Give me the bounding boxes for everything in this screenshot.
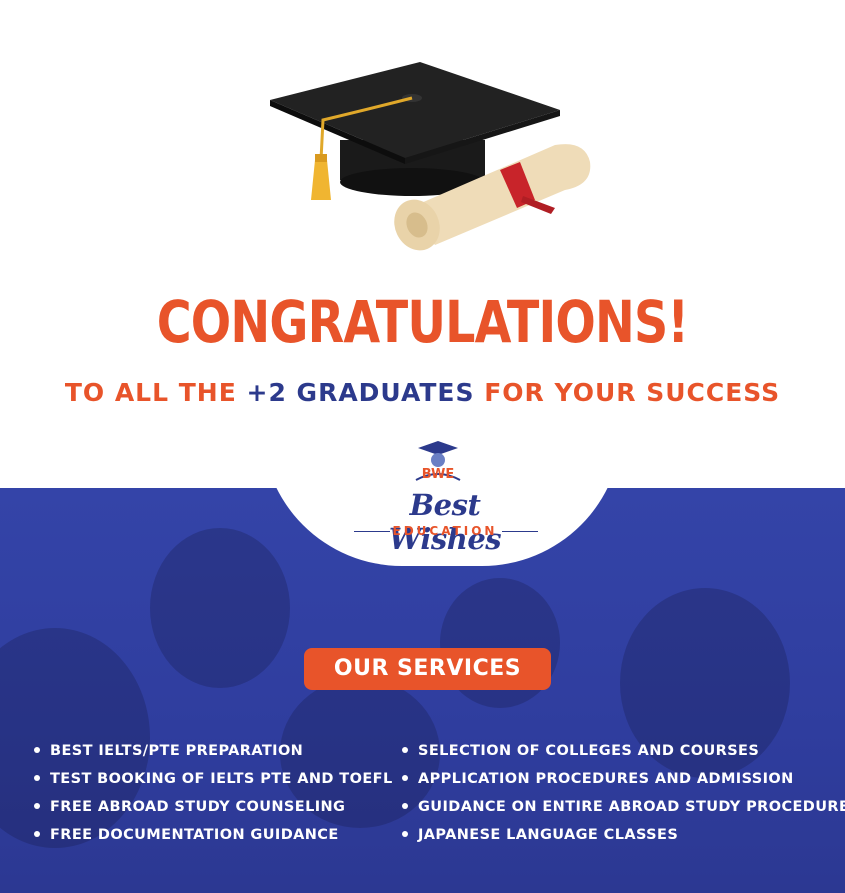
logo-mark-text: BWE bbox=[422, 467, 454, 482]
subline-part3: FOR YOUR SUCCESS bbox=[474, 378, 781, 407]
bullet-icon bbox=[402, 775, 408, 781]
bullet-icon bbox=[34, 803, 40, 809]
services-title: OUR SERVICES bbox=[304, 648, 551, 690]
subline: TO ALL THE +2 GRADUATES FOR YOUR SUCCESS bbox=[0, 378, 845, 407]
subline-part2: +2 GRADUATES bbox=[246, 378, 475, 407]
bullet-icon bbox=[402, 803, 408, 809]
list-item: SELECTION OF COLLEGES AND COURSES bbox=[402, 740, 845, 768]
list-item: FREE ABROAD STUDY COUNSELING bbox=[34, 796, 393, 824]
subline-part1: TO ALL THE bbox=[64, 378, 247, 407]
list-item: TEST BOOKING OF IELTS PTE AND TOEFL bbox=[34, 768, 393, 796]
background-figure bbox=[150, 528, 290, 688]
list-item: JAPANESE LANGUAGE CLASSES bbox=[402, 824, 845, 852]
logo-name: Best Wishes bbox=[388, 488, 502, 556]
bullet-icon bbox=[34, 831, 40, 837]
services-list-left: BEST IELTS/PTE PREPARATION TEST BOOKING … bbox=[34, 740, 393, 852]
bullet-icon bbox=[402, 831, 408, 837]
list-item: GUIDANCE ON ENTIRE ABROAD STUDY PROCEDUR… bbox=[402, 796, 845, 824]
logo-cap-icon: BWE bbox=[415, 441, 461, 482]
bullet-icon bbox=[402, 747, 408, 753]
graduation-cap-icon bbox=[270, 62, 591, 251]
services-list-right: SELECTION OF COLLEGES AND COURSES APPLIC… bbox=[402, 740, 845, 852]
logo-tagline: EDUCATION bbox=[392, 524, 498, 538]
headline: CONGRATULATIONS! bbox=[156, 288, 689, 356]
congratulations-poster: CONGRATULATIONS! TO ALL THE +2 GRADUATES… bbox=[0, 0, 845, 893]
bullet-icon bbox=[34, 747, 40, 753]
list-item: APPLICATION PROCEDURES AND ADMISSION bbox=[402, 768, 845, 796]
bullet-icon bbox=[34, 775, 40, 781]
list-item: FREE DOCUMENTATION GUIDANCE bbox=[34, 824, 393, 852]
list-item: BEST IELTS/PTE PREPARATION bbox=[34, 740, 393, 768]
